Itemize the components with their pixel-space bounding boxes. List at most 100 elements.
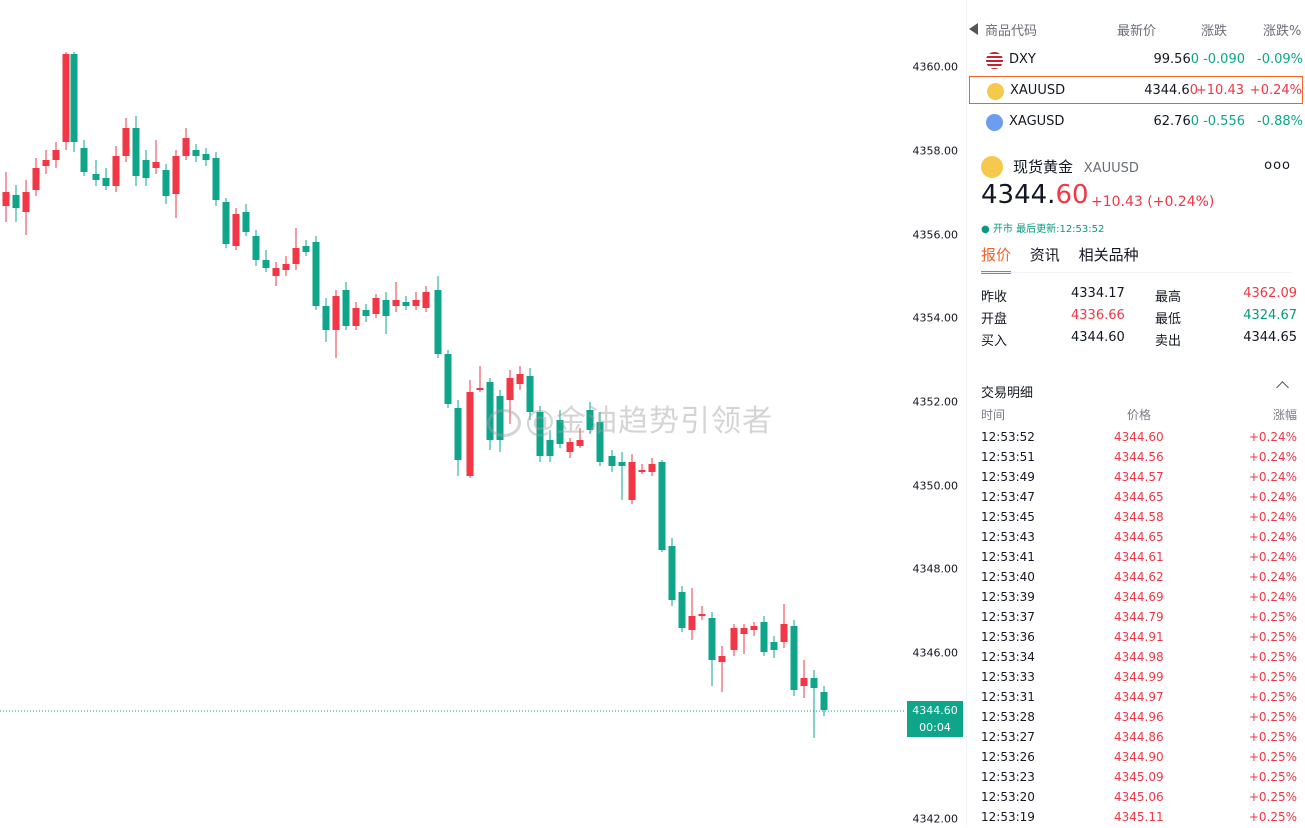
candle-body <box>422 292 430 308</box>
instrument-name: 现货黄金 <box>1013 158 1074 176</box>
trade-time: 12:53:40 <box>981 570 1035 584</box>
trade-change: +0.24% <box>1248 430 1297 444</box>
candle-body <box>282 264 290 270</box>
trade-price: 4344.58 <box>1114 510 1164 524</box>
trade-row: 12:53:52 4344.60 +0.24% <box>981 428 1297 448</box>
tab-news[interactable]: 资讯 <box>1030 244 1060 271</box>
collapse-arrow-icon[interactable] <box>969 23 978 35</box>
candle-body <box>648 464 656 472</box>
trades-header-time: 时间 <box>981 408 1006 422</box>
price-tick-label: 4348.00 <box>912 562 959 576</box>
candle-body <box>618 462 626 466</box>
trade-change: +0.25% <box>1248 790 1297 804</box>
candle-body <box>192 150 200 156</box>
tab-related[interactable]: 相关品种 <box>1079 244 1139 271</box>
stat-value: 4344.60 <box>1071 330 1125 345</box>
trade-change: +0.25% <box>1248 730 1297 744</box>
trade-price: 4344.79 <box>1114 610 1164 624</box>
detail-tabs: 报价 资讯 相关品种 <box>981 244 1153 274</box>
big-price: 4344.60 <box>981 180 1089 210</box>
candle-body <box>242 212 250 232</box>
last-price: 4344.6 <box>1144 83 1190 98</box>
chevron-up-icon[interactable] <box>1276 381 1289 394</box>
candle-body <box>2 192 10 206</box>
trade-price: 4344.86 <box>1114 730 1164 744</box>
big-change: +10.43 (+0.24%) <box>1091 194 1215 210</box>
stat-label: 买入 <box>981 334 1008 349</box>
candle-body <box>262 260 270 268</box>
trade-change: +0.25% <box>1248 770 1297 784</box>
candle-body <box>638 470 646 472</box>
trade-change: +0.25% <box>1248 750 1297 764</box>
trade-price: 4344.65 <box>1114 490 1164 504</box>
trade-price: 4344.69 <box>1114 590 1164 604</box>
candle-body <box>770 642 778 650</box>
trade-change: +0.25% <box>1248 670 1297 684</box>
stat-value: 4336.66 <box>1071 308 1125 323</box>
candle-body <box>352 308 360 326</box>
trade-time: 12:53:49 <box>981 470 1035 484</box>
divider <box>981 272 1291 273</box>
change: -0.090 <box>1203 52 1245 67</box>
trade-time: 12:53:36 <box>981 630 1035 644</box>
trade-change: +0.24% <box>1248 570 1297 584</box>
trade-time: 12:53:23 <box>981 770 1035 784</box>
candle-body <box>750 626 758 630</box>
candle-body <box>740 628 748 634</box>
trade-row: 12:53:23 4345.09 +0.25% <box>981 768 1297 788</box>
candle-body <box>372 298 380 314</box>
trade-row: 12:53:39 4344.69 +0.24% <box>981 588 1297 608</box>
trade-row: 12:53:41 4344.61 +0.24% <box>981 548 1297 568</box>
trade-price: 4344.57 <box>1114 470 1164 484</box>
candle-body <box>730 628 738 650</box>
candle-body <box>628 462 636 500</box>
trade-row: 12:53:47 4344.65 +0.24% <box>981 488 1297 508</box>
candle-body <box>476 388 484 390</box>
trade-row: 12:53:36 4344.91 +0.25% <box>981 628 1297 648</box>
trade-price: 4344.99 <box>1114 670 1164 684</box>
price-tick-label: 4354.00 <box>912 311 959 325</box>
trades-header-price: 价格 <box>1127 408 1152 422</box>
trade-price: 4344.61 <box>1114 550 1164 564</box>
last-price-tail: 0 <box>1190 114 1199 129</box>
candle-body <box>362 310 370 316</box>
header-symbol[interactable]: 商品代码 <box>985 20 1037 39</box>
tab-quote[interactable]: 报价 <box>981 244 1012 274</box>
trade-price: 4344.96 <box>1114 710 1164 724</box>
symbol: XAGUSD <box>1009 114 1065 129</box>
more-options-icon[interactable]: ooo <box>1264 158 1291 173</box>
price-tick-label: 4360.00 <box>912 60 959 74</box>
candle-body <box>820 692 828 710</box>
price-tick-label: 4356.00 <box>912 228 959 242</box>
candle-body <box>292 248 300 264</box>
trade-time: 12:53:51 <box>981 450 1035 464</box>
watchlist-row-dxy[interactable]: DXY 99.560 -0.090 -0.09% <box>969 46 1303 74</box>
header-change-pct[interactable]: 涨跌% <box>1263 20 1301 39</box>
watchlist-row-xauusd[interactable]: XAUUSD 4344.60 +10.43 +0.24% <box>969 76 1303 104</box>
candle-body <box>434 290 442 354</box>
candle-body <box>272 268 280 276</box>
header-last[interactable]: 最新价 <box>1117 20 1156 39</box>
trades-header-change: 涨幅 <box>1272 408 1297 422</box>
candle-body <box>466 392 474 476</box>
candle-body <box>62 54 70 142</box>
trade-change: +0.24% <box>1248 590 1297 604</box>
trade-time: 12:53:31 <box>981 690 1035 704</box>
watermark: @金油趋势引领者 <box>487 396 773 440</box>
candle-body <box>342 290 350 326</box>
watchlist-row-xagusd[interactable]: XAGUSD 62.760 -0.556 -0.88% <box>969 108 1303 136</box>
candle-body <box>32 168 40 190</box>
trade-price: 4344.91 <box>1114 630 1164 644</box>
header-change[interactable]: 涨跌 <box>1201 20 1227 39</box>
stat-label2: 最高 <box>1155 290 1182 305</box>
stat-label2: 卖出 <box>1155 334 1182 349</box>
market-status: ● 开市 最后更新:12:53:52 <box>981 224 1105 235</box>
candle-body <box>112 156 120 186</box>
price-tick-label: 4346.00 <box>912 646 959 660</box>
stat-value2: 4324.67 <box>1243 308 1297 323</box>
candlestick-chart[interactable]: @金油趋势引领者 <box>0 0 906 827</box>
trade-change: +0.25% <box>1248 690 1297 704</box>
instrument-symbol: XAUUSD <box>1083 161 1139 176</box>
trade-price: 4345.09 <box>1114 770 1164 784</box>
candle-body <box>800 678 808 686</box>
